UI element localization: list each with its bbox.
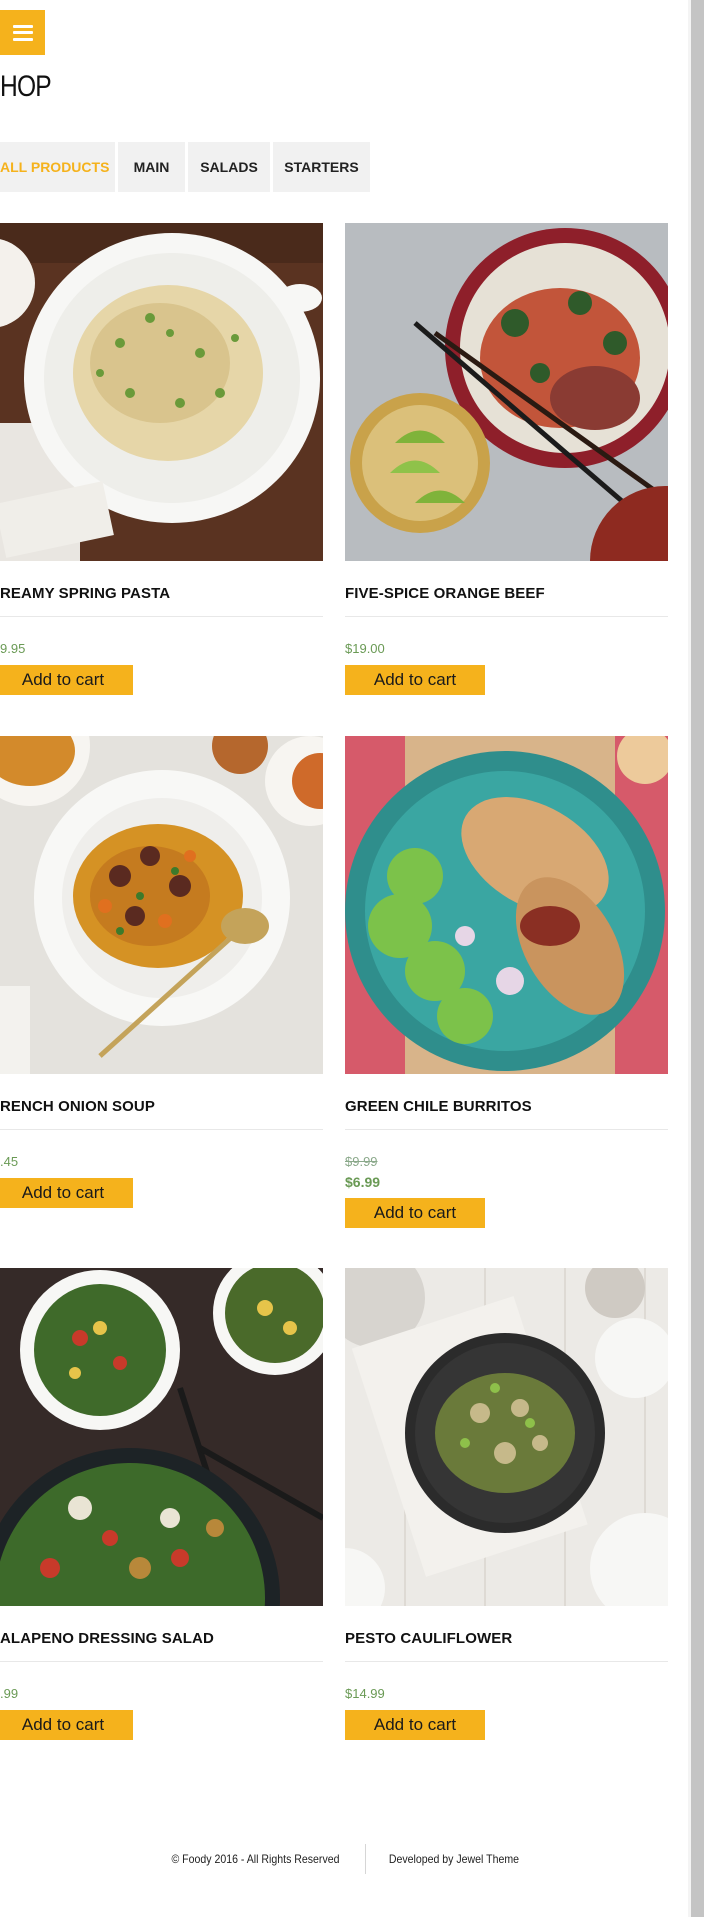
product-image[interactable] xyxy=(345,736,668,1074)
product-price: .45 xyxy=(0,1154,19,1169)
divider xyxy=(0,1661,323,1662)
product-price: .99 xyxy=(0,1686,19,1701)
add-to-cart-button[interactable]: Add to cart xyxy=(0,665,133,695)
filter-tab-all-products[interactable]: ALL PRODUCTS xyxy=(0,142,115,192)
product-image[interactable] xyxy=(345,1268,668,1606)
product-old-price: $9.99 xyxy=(345,1154,378,1169)
product-image[interactable] xyxy=(0,1268,323,1606)
product-card: PESTO CAULIFLOWER $14.99 Add to cart xyxy=(345,1268,668,1740)
product-price: 9.95 xyxy=(0,641,26,656)
product-title[interactable]: ALAPENO DRESSING SALAD xyxy=(0,1630,323,1650)
product-title[interactable]: FIVE-SPICE ORANGE BEEF xyxy=(345,585,668,605)
product-card: REAMY SPRING PASTA 9.95 Add to cart xyxy=(0,223,323,695)
product-image[interactable] xyxy=(345,223,668,561)
product-image[interactable] xyxy=(0,223,323,561)
add-to-cart-button[interactable]: Add to cart xyxy=(345,1710,485,1740)
scrollbar-thumb[interactable] xyxy=(691,0,704,1917)
add-to-cart-button[interactable]: Add to cart xyxy=(0,1178,133,1208)
page-title: HOP xyxy=(0,70,52,103)
menu-button[interactable] xyxy=(0,10,45,55)
product-price: $14.99 xyxy=(345,1686,385,1701)
filter-tab-salads[interactable]: SALADS xyxy=(188,142,270,192)
product-card: ALAPENO DRESSING SALAD .99 Add to cart xyxy=(0,1268,323,1740)
hamburger-icon xyxy=(12,24,33,41)
divider xyxy=(0,1129,323,1130)
product-price: $19.00 xyxy=(345,641,385,656)
filter-tab-starters[interactable]: STARTERS xyxy=(273,142,370,192)
product-title[interactable]: GREEN CHILE BURRITOS xyxy=(345,1098,668,1118)
footer-copyright: © Foody 2016 - All Rights Reserved xyxy=(171,1852,340,1866)
filter-tab-main[interactable]: MAIN xyxy=(118,142,185,192)
product-title[interactable]: PESTO CAULIFLOWER xyxy=(345,1630,668,1650)
product-filter-bar: ALL PRODUCTS MAIN SALADS STARTERS xyxy=(0,142,373,192)
add-to-cart-button[interactable]: Add to cart xyxy=(0,1710,133,1740)
product-card: RENCH ONION SOUP .45 Add to cart xyxy=(0,736,323,1208)
site-footer: © Foody 2016 - All Rights Reserved Devel… xyxy=(0,1843,688,1875)
divider xyxy=(0,616,323,617)
product-title[interactable]: REAMY SPRING PASTA xyxy=(0,585,323,605)
divider xyxy=(345,1661,668,1662)
divider xyxy=(345,1129,668,1130)
product-image[interactable] xyxy=(0,736,323,1074)
product-card: GREEN CHILE BURRITOS $9.99 $6.99 Add to … xyxy=(345,736,668,1228)
product-sale-price: $6.99 xyxy=(345,1174,381,1190)
divider xyxy=(345,616,668,617)
product-title[interactable]: RENCH ONION SOUP xyxy=(0,1098,323,1118)
footer-credit[interactable]: Developed by Jewel Theme xyxy=(389,1852,519,1866)
add-to-cart-button[interactable]: Add to cart xyxy=(345,665,485,695)
product-card: FIVE-SPICE ORANGE BEEF $19.00 Add to car… xyxy=(345,223,668,695)
footer-divider xyxy=(365,1844,367,1874)
add-to-cart-button[interactable]: Add to cart xyxy=(345,1198,485,1228)
